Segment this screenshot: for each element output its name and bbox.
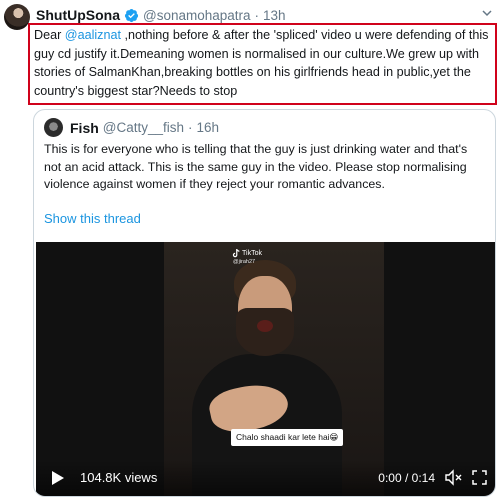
mute-icon[interactable] xyxy=(445,469,463,486)
author-name[interactable]: ShutUpSona xyxy=(36,7,120,23)
play-icon[interactable] xyxy=(51,470,65,486)
quoted-tweet[interactable]: Fish @Catty__fish · 16h This is for ever… xyxy=(33,109,496,497)
tweet-text-prefix: Dear xyxy=(34,28,65,42)
video-caption: Chalo shaadi kar lete hai😁 xyxy=(231,429,344,446)
tiktok-watermark-user: @jirah27 xyxy=(233,259,256,265)
separator-dot: · xyxy=(254,7,260,23)
view-count: 104.8K views xyxy=(80,470,158,485)
quoted-author-avatar[interactable] xyxy=(44,118,63,137)
author-avatar[interactable] xyxy=(4,4,30,30)
chevron-down-icon[interactable] xyxy=(482,8,492,18)
author-handle[interactable]: @sonamohapatra xyxy=(143,8,251,23)
quoted-author-handle[interactable]: @Catty__fish xyxy=(103,120,184,135)
quoted-tweet-time[interactable]: 16h xyxy=(197,120,220,135)
tiktok-watermark: TikTok xyxy=(232,249,262,258)
video-person-beard xyxy=(236,308,294,356)
video-player[interactable]: TikTok @jirah27 Chalo shaadi kar lete ha… xyxy=(36,242,495,496)
show-thread-link[interactable]: Show this thread xyxy=(44,211,141,226)
tiktok-logo-icon xyxy=(232,249,240,258)
tweet-text: Dear @aaliznat ,nothing before & after t… xyxy=(34,26,494,100)
fullscreen-icon[interactable] xyxy=(472,470,487,485)
separator-dot: · xyxy=(188,120,193,135)
tweet-header: ShutUpSona @sonamohapatra · 13h xyxy=(36,6,286,24)
quoted-author-name[interactable]: Fish xyxy=(70,120,99,136)
mention-link[interactable]: @aaliznat xyxy=(65,28,121,42)
quoted-tweet-text: This is for everyone who is telling that… xyxy=(44,142,468,191)
video-frame xyxy=(164,242,384,496)
tweet: ShutUpSona @sonamohapatra · 13h Dear @aa… xyxy=(0,0,500,500)
tweet-time[interactable]: 13h xyxy=(263,8,286,23)
verified-badge-icon xyxy=(124,8,139,22)
tiktok-watermark-label: TikTok xyxy=(242,250,262,257)
video-timecode: 0:00 / 0:14 xyxy=(378,471,435,485)
video-controls: 104.8K views 0:00 / 0:14 xyxy=(36,460,495,496)
quoted-tweet-header: Fish @Catty__fish · 16h xyxy=(70,118,219,137)
video-person-mouth xyxy=(257,320,273,332)
